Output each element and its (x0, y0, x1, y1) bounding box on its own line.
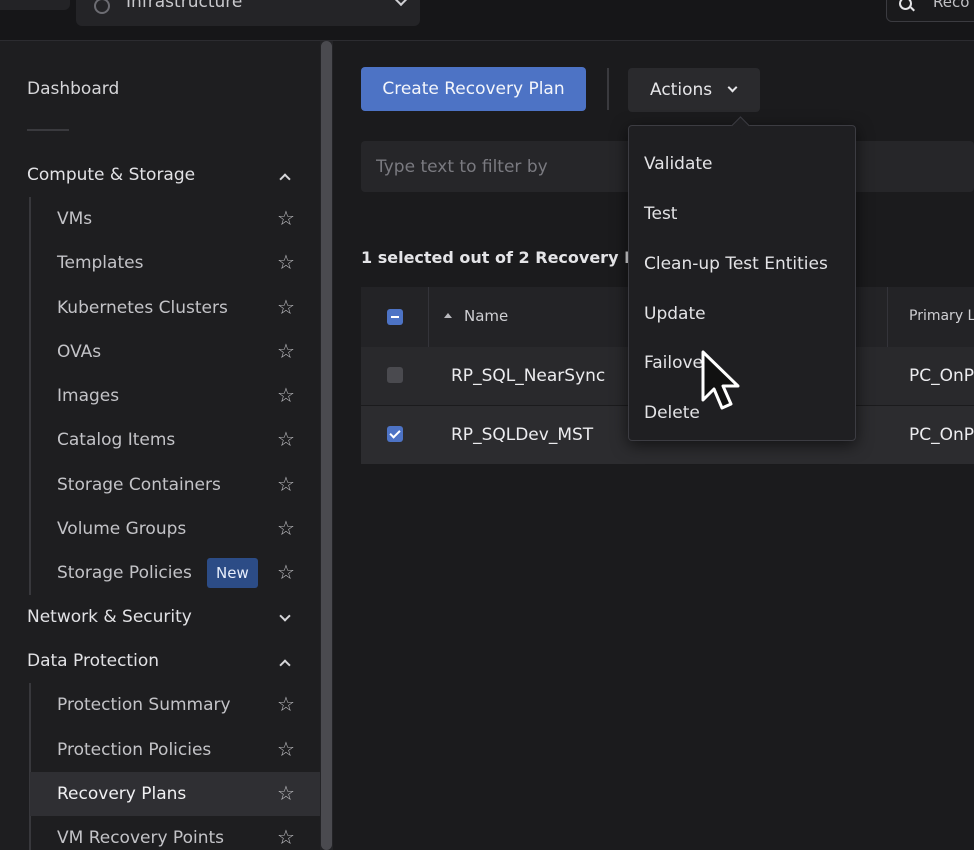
app-name: Infrastructure (126, 0, 243, 12)
section-label: Network & Security (27, 607, 192, 627)
toolbar-divider (607, 68, 609, 110)
sidebar-item-ovas[interactable]: OVAs ☆ (30, 330, 320, 374)
row-name[interactable]: RP_SQLDev_MST (451, 425, 593, 445)
row-checkbox[interactable] (387, 426, 403, 442)
menu-item-validate[interactable]: Validate (629, 143, 855, 187)
column-separator (428, 287, 429, 347)
global-search[interactable]: Reco (886, 0, 974, 22)
star-icon[interactable]: ☆ (277, 516, 295, 540)
global-search-text: Reco (933, 0, 970, 11)
star-icon[interactable]: ☆ (277, 472, 295, 496)
row-primary-location: PC_OnP (909, 425, 974, 445)
app-root: Infrastructure Reco Dashboard Compute & … (0, 0, 974, 850)
sidebar-item-label: Images (57, 386, 120, 406)
chevron-down-icon (727, 82, 738, 93)
new-badge: New (207, 558, 258, 588)
scrollbar-thumb[interactable] (321, 41, 332, 850)
main-menu-button[interactable] (0, 0, 70, 10)
column-header-primary-location[interactable]: Primary L (909, 308, 974, 324)
sidebar-item-label: Protection Summary (57, 695, 231, 715)
sidebar-item-protection-summary[interactable]: Protection Summary ☆ (30, 683, 320, 727)
star-icon[interactable]: ☆ (277, 692, 295, 716)
star-icon[interactable]: ☆ (277, 339, 295, 363)
menu-item-cleanup-test-entities[interactable]: Clean-up Test Entities (629, 243, 855, 287)
star-icon[interactable]: ☆ (277, 250, 295, 274)
sidebar-item-storage-containers[interactable]: Storage Containers ☆ (30, 463, 320, 507)
star-icon[interactable]: ☆ (277, 825, 295, 849)
sidebar-item-catalog-items[interactable]: Catalog Items ☆ (30, 418, 320, 462)
column-header-name[interactable]: Name (464, 307, 508, 325)
sidebar-item-label: Volume Groups (57, 519, 187, 539)
sidebar-item-images[interactable]: Images ☆ (30, 374, 320, 418)
sidebar-item-protection-policies[interactable]: Protection Policies ☆ (30, 728, 320, 772)
sidebar-item-recovery-plans[interactable]: Recovery Plans ☆ (30, 772, 320, 816)
app-switcher[interactable]: Infrastructure (76, 0, 420, 26)
sidebar-item-label: Kubernetes Clusters (57, 298, 228, 318)
top-bar: Infrastructure Reco (0, 0, 974, 41)
sidebar-item-dashboard[interactable]: Dashboard (27, 79, 119, 99)
section-data-protection[interactable]: Data Protection (27, 651, 303, 681)
menu-item-label: Validate (644, 154, 713, 174)
menu-item-update[interactable]: Update (629, 293, 855, 337)
sidebar-item-vm-recovery-points[interactable]: VM Recovery Points ☆ (30, 816, 320, 850)
search-icon (899, 0, 912, 10)
menu-item-test[interactable]: Test (629, 193, 855, 237)
sidebar-item-volume-groups[interactable]: Volume Groups ☆ (30, 507, 320, 551)
sort-ascending-icon[interactable] (444, 313, 452, 318)
sidebar-item-label: Recovery Plans (57, 784, 187, 804)
selection-summary: 1 selected out of 2 Recovery Pla (361, 248, 653, 267)
section-label: Data Protection (27, 651, 159, 671)
sidebar-item-label: OVAs (57, 342, 102, 362)
row-checkbox[interactable] (387, 367, 403, 383)
mouse-cursor-icon (701, 350, 740, 410)
chevron-down-icon (279, 610, 291, 622)
actions-button[interactable]: Actions (628, 68, 760, 112)
star-icon[interactable]: ☆ (277, 295, 295, 319)
chevron-up-icon (279, 659, 291, 671)
sidebar: Dashboard Compute & Storage VMs ☆ Templa… (0, 41, 320, 850)
sidebar-item-label: Templates (57, 253, 144, 273)
sidebar-item-label: VM Recovery Points (57, 828, 224, 848)
star-icon[interactable]: ☆ (277, 206, 295, 230)
actions-label: Actions (650, 80, 713, 100)
select-all-checkbox[interactable] (387, 309, 403, 325)
star-icon[interactable]: ☆ (277, 427, 295, 451)
app-globe-icon (94, 0, 110, 14)
star-icon[interactable]: ☆ (277, 737, 295, 761)
menu-item-label: Delete (644, 403, 700, 423)
row-name[interactable]: RP_SQL_NearSync (451, 366, 605, 386)
sidebar-item-kubernetes-clusters[interactable]: Kubernetes Clusters ☆ (30, 286, 320, 330)
sidebar-divider (27, 129, 69, 131)
star-icon[interactable]: ☆ (277, 781, 295, 805)
sidebar-item-vms[interactable]: VMs ☆ (30, 197, 320, 241)
chevron-up-icon (279, 173, 291, 185)
create-recovery-plan-button[interactable]: Create Recovery Plan (361, 67, 586, 111)
star-icon[interactable]: ☆ (277, 383, 295, 407)
menu-item-label: Test (644, 204, 678, 224)
chevron-down-icon (393, 0, 409, 7)
menu-item-label: Clean-up Test Entities (644, 254, 828, 274)
section-compute-storage[interactable]: Compute & Storage (27, 165, 303, 195)
sidebar-item-templates[interactable]: Templates ☆ (30, 241, 320, 285)
sidebar-scrollbar[interactable] (320, 41, 333, 850)
menu-item-label: Update (644, 304, 706, 324)
section-label: Compute & Storage (27, 165, 196, 185)
sidebar-item-storage-policies[interactable]: Storage Policies New ☆ (30, 551, 320, 595)
row-primary-location: PC_OnP (909, 366, 974, 386)
sidebar-item-label: Catalog Items (57, 430, 176, 450)
column-separator (887, 287, 888, 347)
sidebar-item-label: Storage Policies (57, 563, 192, 583)
sidebar-item-label: VMs (57, 209, 93, 229)
star-icon[interactable]: ☆ (277, 560, 295, 584)
sidebar-item-label: Protection Policies (57, 740, 212, 760)
sidebar-item-label: Storage Containers (57, 475, 221, 495)
section-network-security[interactable]: Network & Security (27, 607, 303, 637)
